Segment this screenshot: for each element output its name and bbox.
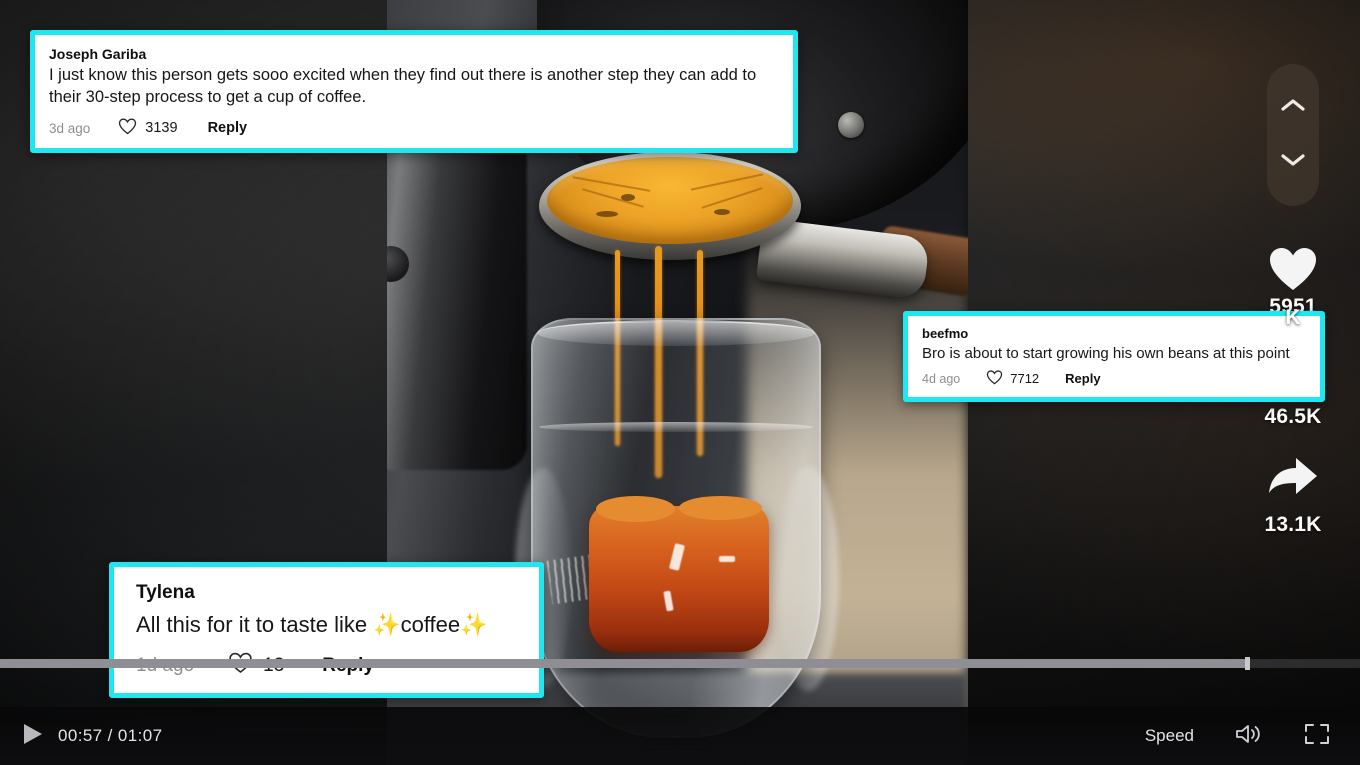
- comment-username: beefmo: [922, 326, 969, 341]
- sparkles-icon-right: ✨: [460, 611, 488, 637]
- comment-reply-button[interactable]: Reply: [1065, 371, 1100, 386]
- volume-icon[interactable]: [1234, 721, 1264, 752]
- comment-bubble-beefmo[interactable]: beefmo Bro is about to start growing his…: [903, 311, 1325, 402]
- player-controls-bar: 00:57 / 01:07 Speed: [0, 657, 1360, 765]
- comment-text-before: All this for it to taste like: [136, 611, 374, 637]
- progress-fill: [0, 659, 1248, 668]
- video-player-screen: K 5951 46.5K 13.1K Joseph Gariba I just …: [0, 0, 1360, 765]
- comment-like-count: 7712: [1010, 371, 1040, 387]
- bookmark-count: 46.5K: [1264, 405, 1322, 428]
- chevron-down-icon[interactable]: [1280, 153, 1306, 172]
- comment-text: All this for it to taste like ✨coffee✨: [136, 610, 517, 639]
- playback-speed-button[interactable]: Speed: [1145, 726, 1194, 746]
- playback-time: 00:57 / 01:07: [58, 726, 163, 745]
- crema-surface: [547, 157, 793, 244]
- comment-text: I just know this person gets sooo excite…: [49, 66, 757, 106]
- video-progress-bar[interactable]: [0, 657, 1360, 670]
- glass-highlight-right: [777, 466, 839, 691]
- sparkles-icon-left: ✨: [373, 611, 401, 637]
- fullscreen-icon[interactable]: [1304, 722, 1330, 751]
- espresso-machine-body: [387, 140, 527, 470]
- water-surface-line: [539, 422, 813, 432]
- comment-text-middle: coffee: [400, 611, 461, 637]
- espresso-pool: [589, 496, 769, 652]
- drinking-glass: [515, 318, 839, 738]
- heart-outline-icon[interactable]: [986, 370, 1003, 388]
- glass-rim: [537, 320, 815, 346]
- bottomless-portafilter-basket: [539, 152, 801, 260]
- comment-reply-button[interactable]: Reply: [208, 120, 248, 136]
- video-navigation-pill: [1267, 64, 1319, 206]
- comment-timestamp: 3d ago: [49, 120, 91, 136]
- progress-scrubber[interactable]: [1245, 657, 1251, 670]
- comment-text: Bro is about to start growing his own be…: [922, 344, 1290, 362]
- share-button[interactable]: 13.1K: [1264, 455, 1321, 537]
- like-count: K: [1285, 306, 1301, 329]
- comment-username: Tylena: [136, 582, 195, 603]
- share-count: 13.1K: [1264, 513, 1322, 536]
- comment-bubble-joseph-gariba[interactable]: Joseph Gariba I just know this person ge…: [30, 30, 798, 153]
- comment-timestamp: 4d ago: [922, 371, 961, 386]
- comment-like-count: 3139: [145, 120, 178, 137]
- comment-bubble-tylena[interactable]: Tylena All this for it to taste like ✨co…: [109, 562, 544, 698]
- comment-meta: 3d ago 3139 Reply: [49, 118, 779, 139]
- heart-outline-icon[interactable]: [118, 118, 137, 139]
- chevron-up-icon[interactable]: [1280, 98, 1306, 117]
- comment-username: Joseph Gariba: [49, 46, 147, 62]
- comment-meta: 4d ago 7712 Reply: [922, 370, 1306, 388]
- play-icon[interactable]: [22, 722, 44, 751]
- share-arrow-icon: [1267, 455, 1319, 504]
- action-rail: K 5951 46.5K 13.1K: [1248, 64, 1338, 537]
